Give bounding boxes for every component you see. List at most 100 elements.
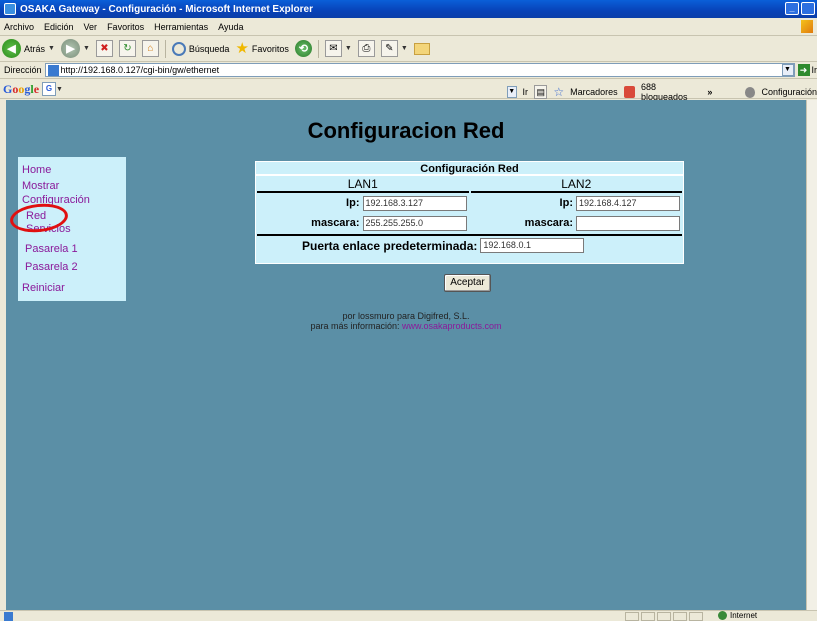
ip-row: Ip: 192.168.3.127 Ip: 192.168.4.127 xyxy=(256,193,683,213)
menu-archivo[interactable]: Archivo xyxy=(4,22,34,32)
popup-blocker-icon xyxy=(623,86,635,98)
address-label: Dirección xyxy=(4,65,42,75)
menu-ayuda[interactable]: Ayuda xyxy=(218,22,243,32)
back-arrow-icon: ◀ xyxy=(2,39,21,58)
footer-credit: por lossmuro para Digifred, S.L. xyxy=(342,311,470,321)
menu-favoritos[interactable]: Favoritos xyxy=(107,22,144,32)
go-button[interactable]: ➜ Ir xyxy=(797,64,817,76)
nav-home[interactable]: Home xyxy=(22,163,126,178)
gateway-label: Puerta enlace predeterminada: xyxy=(302,238,478,253)
favorites-button[interactable]: ★ Favoritos xyxy=(235,41,288,56)
nav-reiniciar[interactable]: Reiniciar xyxy=(22,281,126,296)
menu-bar: Archivo Edición Ver Favoritos Herramient… xyxy=(0,18,817,36)
edit-button[interactable]: ✎ ▼ xyxy=(380,40,408,57)
nav-pasarela-2[interactable]: Pasarela 2 xyxy=(22,260,126,275)
search-button[interactable]: Búsqueda xyxy=(171,41,229,56)
print-icon[interactable]: ⎙ xyxy=(357,40,375,57)
google-settings-button[interactable]: Configuración xyxy=(761,87,817,97)
mask-row: mascara: 255.255.255.0 mascara: xyxy=(256,213,683,233)
browser-toolbar: ◀ Atrás ▼ ▶ ▼ ✖ ↻ ⌂ Búsqueda ★ Favoritos… xyxy=(0,36,817,62)
toolbar-separator xyxy=(164,39,166,58)
lan1-mask-input[interactable]: 255.255.255.0 xyxy=(362,215,467,231)
forward-button[interactable]: ▶ ▼ xyxy=(60,39,90,58)
page-footer: por lossmuro para Digifred, S.L. para má… xyxy=(6,311,806,331)
form-header: Configuración Red xyxy=(256,162,683,176)
lan1-mask-group: mascara: 255.255.255.0 xyxy=(256,215,470,231)
lan1-ip-label: Ip: xyxy=(346,197,360,209)
google-logo: Google xyxy=(3,81,40,96)
pagerank-icon[interactable]: ▤ xyxy=(534,85,548,99)
nav-pasarela-1[interactable]: Pasarela 1 xyxy=(22,242,126,257)
google-search-button[interactable]: G xyxy=(42,82,57,96)
osaka-products-link[interactable]: www.osakaproducts.com xyxy=(402,321,502,331)
lan2-mask-group: mascara: xyxy=(470,215,684,231)
google-go-button[interactable]: Ir xyxy=(523,87,529,97)
forward-arrow-icon: ▶ xyxy=(60,39,80,58)
window-controls: _ xyxy=(785,2,815,15)
home-icon[interactable]: ⌂ xyxy=(141,40,159,57)
dropdown-arrow-icon: ▼ xyxy=(48,45,55,52)
go-label: Ir xyxy=(811,65,817,75)
page-status-icon xyxy=(4,611,13,621)
back-button[interactable]: ◀ Atrás ▼ xyxy=(2,39,55,58)
window-title: OSAKA Gateway - Configuración - Microsof… xyxy=(20,3,313,15)
lan1-mask-label: mascara: xyxy=(311,217,360,229)
gateway-input[interactable]: 192.168.0.1 xyxy=(480,238,585,253)
edit-icon: ✎ xyxy=(380,40,398,57)
back-label: Atrás xyxy=(24,43,46,54)
zone-label: Internet xyxy=(730,611,758,620)
accept-button[interactable]: Aceptar xyxy=(444,274,491,292)
address-dropdown-icon[interactable]: ▼ xyxy=(781,64,794,76)
page-title: Configuracion Red xyxy=(307,118,505,143)
internet-zone-icon xyxy=(718,611,727,620)
bookmarks-button[interactable]: Marcadores xyxy=(570,87,618,97)
folder-icon[interactable] xyxy=(413,42,430,55)
settings-icon xyxy=(745,86,756,98)
favorites-label: Favoritos xyxy=(251,43,289,54)
mail-icon: ✉ xyxy=(324,40,342,57)
vertical-scrollbar[interactable] xyxy=(806,100,817,610)
lan2-title: LAN2 xyxy=(470,176,682,193)
lan2-ip-input[interactable]: 192.168.4.127 xyxy=(576,195,680,211)
menu-herramientas[interactable]: Herramientas xyxy=(154,22,208,32)
dropdown-arrow-icon: ▼ xyxy=(400,45,408,52)
go-arrow-icon: ➜ xyxy=(797,64,810,76)
dropdown-arrow-icon: ▼ xyxy=(56,85,63,93)
star-icon: ★ xyxy=(235,40,249,57)
lan2-ip-group: Ip: 192.168.4.127 xyxy=(470,195,684,211)
menu-edicion[interactable]: Edición xyxy=(44,22,74,32)
ie-app-icon xyxy=(4,3,16,15)
history-icon[interactable]: ⟲ xyxy=(294,40,312,57)
google-search-dropdown-icon[interactable]: ▼ xyxy=(507,86,517,98)
gateway-row: Puerta enlace predeterminada: 192.168.0.… xyxy=(256,236,683,255)
dropdown-arrow-icon: ▼ xyxy=(344,45,352,52)
page-icon xyxy=(47,64,59,76)
lan1-ip-input[interactable]: 192.168.3.127 xyxy=(362,195,467,211)
nav-mostrar[interactable]: Mostrar xyxy=(22,179,59,194)
lan2-mask-input[interactable] xyxy=(576,215,680,231)
bookmark-star-icon: ☆ xyxy=(553,85,565,99)
blocked-count[interactable]: 688 bloqueados xyxy=(641,82,701,102)
stop-icon[interactable]: ✖ xyxy=(95,40,113,57)
more-chevron[interactable]: » xyxy=(707,87,712,97)
minimize-button[interactable]: _ xyxy=(785,2,799,15)
refresh-icon[interactable]: ↻ xyxy=(118,40,136,57)
maximize-button[interactable] xyxy=(801,2,815,15)
lan1-ip-group: Ip: 192.168.3.127 xyxy=(256,195,470,211)
mail-button[interactable]: ✉ ▼ xyxy=(324,40,352,57)
security-zone: Internet xyxy=(718,611,757,620)
windows-logo-icon xyxy=(801,20,813,33)
page-content: Configuracion Red Home Mostrar Configura… xyxy=(6,100,806,610)
search-icon xyxy=(171,41,186,56)
dropdown-arrow-icon: ▼ xyxy=(82,45,90,52)
lan1-title: LAN1 xyxy=(257,176,469,193)
lan2-ip-label: Ip: xyxy=(559,197,573,209)
window-title-bar[interactable]: OSAKA Gateway - Configuración - Microsof… xyxy=(0,0,817,18)
address-bar: Dirección http://192.168.0.127/cgi-bin/g… xyxy=(0,62,817,79)
footer-info-prefix: para más información: xyxy=(310,321,400,331)
toolbar-separator xyxy=(317,39,319,58)
address-input[interactable]: http://192.168.0.127/cgi-bin/gw/ethernet… xyxy=(44,63,795,77)
lan2-mask-label: mascara: xyxy=(524,217,573,229)
google-toolbar-right: ▼ Ir ▤ ☆ Marcadores 688 bloqueados » Con… xyxy=(507,82,817,102)
menu-ver[interactable]: Ver xyxy=(84,22,98,32)
